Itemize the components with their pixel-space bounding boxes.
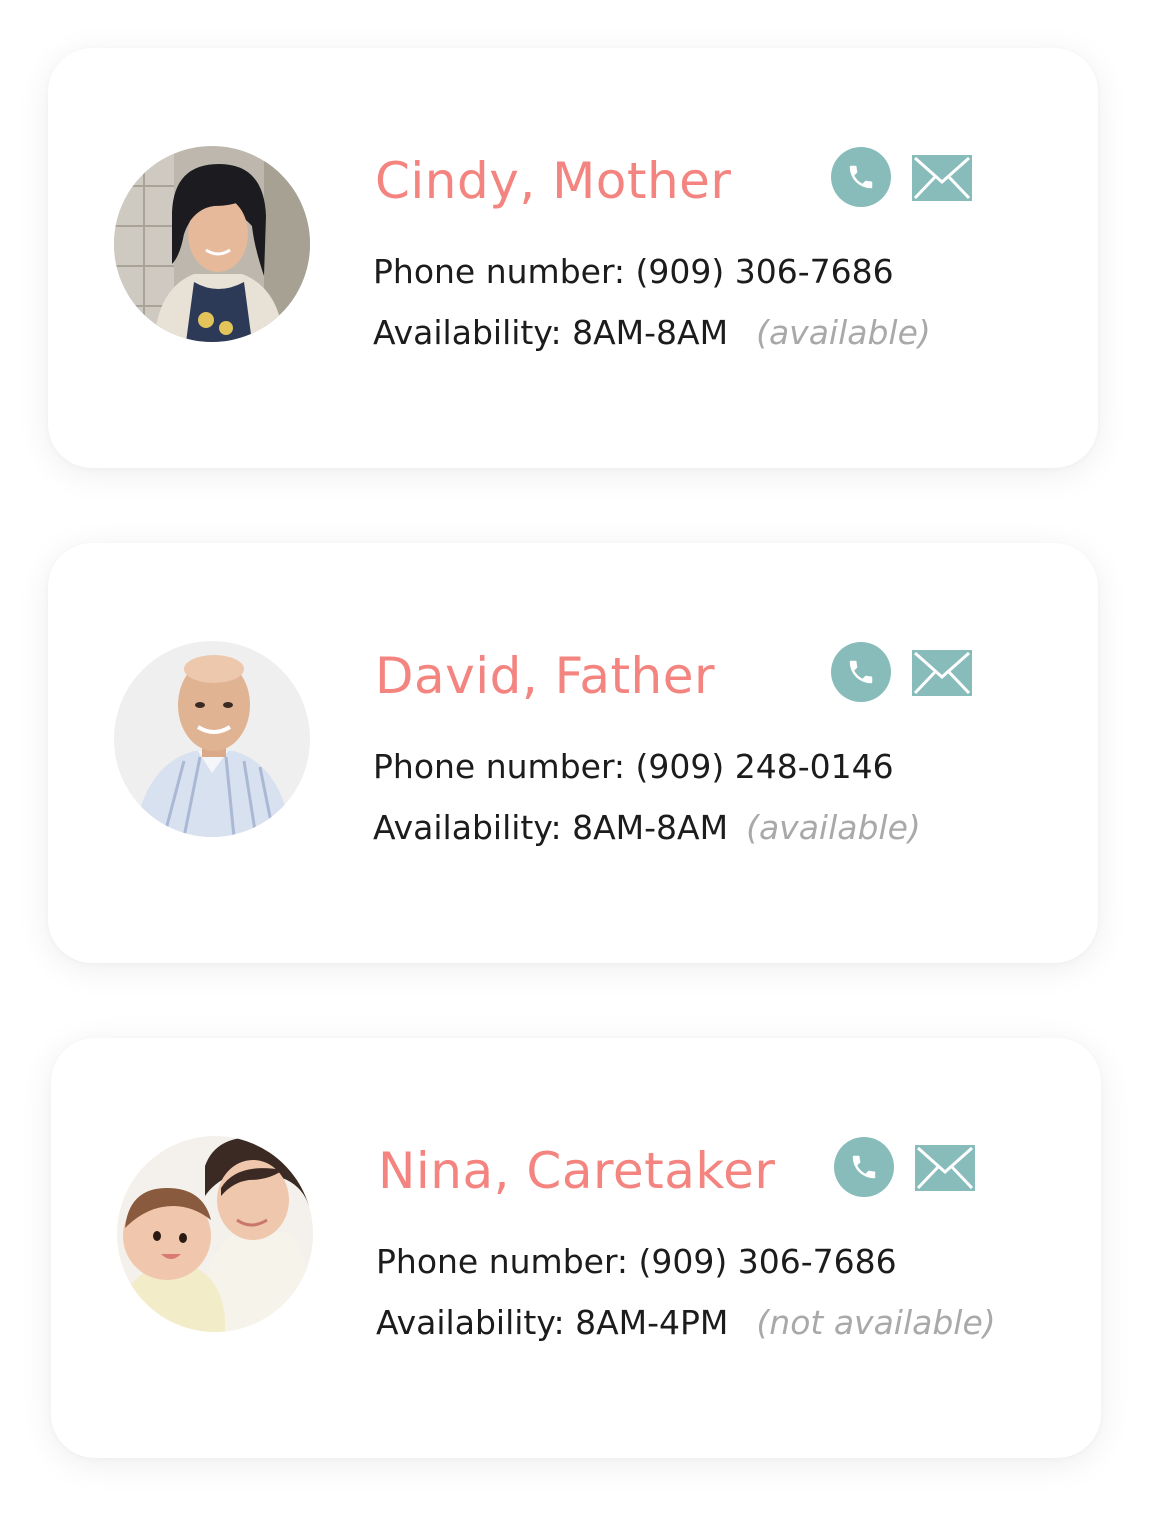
contact-card-cindy: Cindy, Mother Phone number: (909) 306-76… xyxy=(48,48,1098,468)
availability: Availability: 8AM-4PM (not available) xyxy=(376,1303,996,1342)
call-button[interactable] xyxy=(831,147,891,207)
contact-name: Cindy, Mother xyxy=(375,152,732,210)
availability-status: (not available) xyxy=(756,1303,996,1342)
contact-name: David, Father xyxy=(375,647,716,705)
avatar-david xyxy=(114,641,310,837)
mail-icon xyxy=(912,650,972,696)
email-button[interactable] xyxy=(912,155,972,201)
availability-hours: Availability: 8AM-8AM xyxy=(373,808,729,847)
availability: Availability: 8AM-8AM (available) xyxy=(373,808,921,847)
availability: Availability: 8AM-8AM (available) xyxy=(373,313,931,352)
contact-card-nina: Nina, Caretaker Phone number: (909) 306-… xyxy=(51,1038,1101,1458)
phone-icon xyxy=(849,660,873,684)
availability-status: (available) xyxy=(746,808,921,847)
avatar-cindy xyxy=(114,146,310,342)
contact-card-david: David, Father Phone number: (909) 248-01… xyxy=(48,543,1098,963)
email-button[interactable] xyxy=(912,650,972,696)
availability-hours: Availability: 8AM-8AM xyxy=(373,313,729,352)
call-button[interactable] xyxy=(834,1137,894,1197)
phone-number: Phone number: (909) 306-7686 xyxy=(376,1242,897,1281)
phone-number: Phone number: (909) 306-7686 xyxy=(373,252,894,291)
phone-icon xyxy=(849,165,873,189)
mail-icon xyxy=(912,155,972,201)
contact-name: Nina, Caretaker xyxy=(378,1142,776,1200)
mail-icon xyxy=(915,1145,975,1191)
contacts-page: { "contacts": [ { "name": "Cindy, Mother… xyxy=(0,0,1173,1530)
phone-icon xyxy=(852,1155,876,1179)
availability-status: (available) xyxy=(756,313,931,352)
phone-number: Phone number: (909) 248-0146 xyxy=(373,747,894,786)
email-button[interactable] xyxy=(915,1145,975,1191)
avatar-nina xyxy=(117,1136,313,1332)
call-button[interactable] xyxy=(831,642,891,702)
availability-hours: Availability: 8AM-4PM xyxy=(376,1303,729,1342)
